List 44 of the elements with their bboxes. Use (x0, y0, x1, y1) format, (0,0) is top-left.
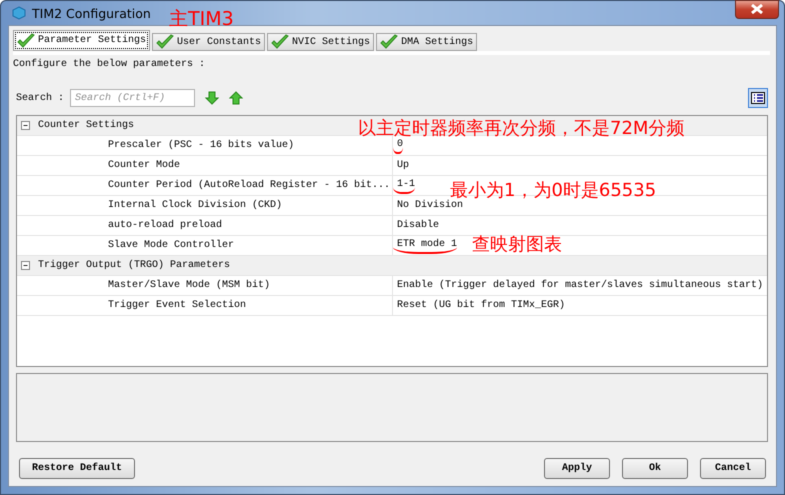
dialog-button[interactable]: Apply (544, 458, 610, 479)
app-icon (12, 6, 26, 20)
search-label: Search : (16, 92, 64, 104)
close-icon (750, 4, 764, 14)
dialog-button[interactable]: Restore Default (19, 458, 136, 479)
parameter-value[interactable]: Up (393, 158, 410, 173)
tab[interactable]: NVIC Settings (267, 33, 374, 51)
dialog-button[interactable]: Ok (622, 458, 688, 479)
collapse-icon[interactable] (21, 261, 30, 270)
parameter-name: Internal Clock Division (CKD) (17, 196, 393, 215)
intro-text: Configure the below parameters : (13, 58, 206, 72)
checkmark-icon (17, 32, 35, 48)
collapse-icon[interactable] (21, 121, 30, 130)
parameter-value[interactable]: ETR mode 1 (393, 237, 458, 254)
list-icon (751, 92, 765, 104)
search-field[interactable]: Search (Crtl+F) (70, 89, 196, 107)
group-title: Trigger Output (TRGO) Parameters (38, 260, 230, 271)
dialog-button[interactable]: Cancel (700, 458, 766, 479)
tab[interactable]: DMA Settings (376, 33, 478, 51)
group-title: Counter Settings (38, 120, 134, 131)
annotation-text: 查映射图表 (472, 235, 562, 255)
tab[interactable]: User Constants (152, 33, 266, 51)
list-view-button[interactable] (748, 88, 768, 108)
close-button[interactable] (735, 0, 779, 18)
parameter-name: Counter Period (AutoReload Register - 16 bit... (17, 176, 393, 195)
parameter-name: auto-reload preload (17, 216, 393, 235)
down-arrow-icon[interactable] (205, 91, 220, 105)
parameter-name: Prescaler (PSC - 16 bits value) (17, 136, 393, 155)
window-title: TIM2 Configuration (32, 6, 151, 20)
parameter-value[interactable]: Reset (UG bit from TIMx_EGR) (393, 298, 566, 313)
tab[interactable]: Parameter Settings (13, 30, 150, 51)
annotation-text: 以主定时器频率再次分频，不是72M分频 (358, 119, 684, 139)
parameter-name: Trigger Event Selection (17, 296, 393, 315)
parameter-name: Slave Mode Controller (17, 236, 393, 255)
parameter-value[interactable]: Disable (393, 218, 440, 233)
annotation-text: 主TIM3 (169, 9, 234, 30)
up-arrow-icon[interactable] (229, 91, 244, 105)
parameter-value[interactable]: 1-1 (393, 177, 416, 194)
parameter-name: Counter Mode (17, 156, 393, 175)
parameter-name: Master/Slave Mode (MSM bit) (17, 276, 393, 295)
parameter-value[interactable]: No Division (393, 198, 464, 213)
parameter-value[interactable]: Enable (Trigger delayed for master/slaves simultaneous start) (393, 278, 764, 293)
parameter-value[interactable]: 0 (393, 137, 404, 154)
annotation-text: 最小为1，为0时是65535 (450, 181, 656, 201)
